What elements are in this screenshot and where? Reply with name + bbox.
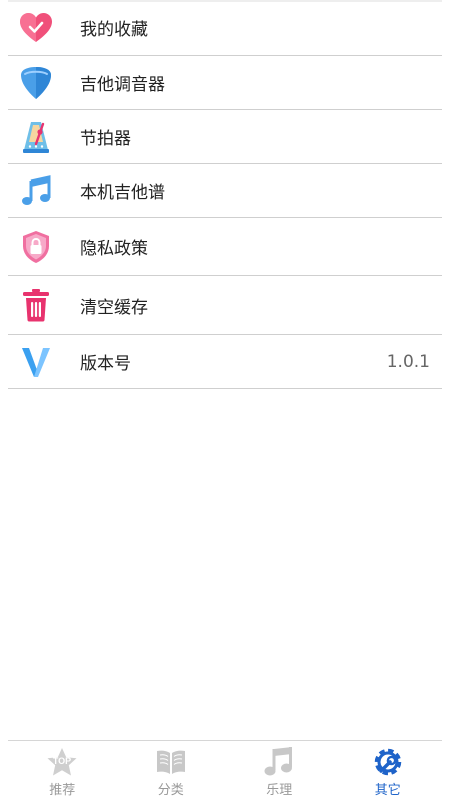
lock-shield-icon — [10, 230, 62, 264]
tab-label: 分类 — [157, 783, 184, 798]
tab-recommend[interactable]: TOP 推荐 — [8, 741, 117, 800]
bottom-tab-bar: TOP 推荐 分类 乐理 其它 — [8, 740, 442, 800]
menu-item-label: 清空缓存 — [80, 297, 148, 318]
menu-item-metronome[interactable]: 节拍器 — [8, 110, 442, 164]
top-badge-text: TOP — [53, 756, 71, 766]
version-v-icon — [10, 346, 62, 378]
top-star-icon: TOP — [47, 748, 77, 776]
menu-item-favorites[interactable]: 我的收藏 — [8, 0, 442, 56]
gear-wrench-icon — [374, 748, 401, 776]
menu-item-label: 版本号 — [80, 354, 131, 374]
heart-check-icon — [10, 12, 62, 44]
menu-item-label: 我的收藏 — [80, 20, 148, 40]
menu-item-local-tabs[interactable]: 本机吉他谱 — [8, 164, 442, 218]
tab-label: 其它 — [374, 783, 401, 798]
music-note-icon — [264, 747, 293, 776]
menu-item-version[interactable]: 版本号 1.0.1 — [8, 335, 442, 389]
menu-item-clear-cache[interactable]: 清空缓存 — [8, 276, 442, 335]
trash-icon — [10, 288, 62, 322]
settings-screen: 我的收藏 吉他调音器 节拍器 本机吉他谱 隐私政策 清空缓存 版本号 1.0.1… — [0, 0, 450, 800]
settings-menu: 我的收藏 吉他调音器 节拍器 本机吉他谱 隐私政策 清空缓存 版本号 1.0.1 — [8, 0, 442, 389]
metronome-icon — [10, 120, 62, 154]
menu-item-label: 吉他调音器 — [80, 75, 165, 95]
tab-music-theory[interactable]: 乐理 — [225, 741, 334, 800]
menu-item-privacy-policy[interactable]: 隐私政策 — [8, 218, 442, 276]
guitar-pick-icon — [10, 66, 62, 100]
open-book-icon — [156, 750, 185, 774]
tab-category[interactable]: 分类 — [117, 741, 226, 800]
version-number: 1.0.1 — [386, 351, 430, 372]
menu-item-label: 本机吉他谱 — [80, 183, 165, 203]
tab-label: 推荐 — [49, 783, 76, 798]
music-note-icon — [10, 174, 62, 207]
tab-label: 乐理 — [266, 783, 293, 798]
menu-item-label: 隐私政策 — [80, 239, 148, 259]
menu-item-label: 节拍器 — [80, 129, 131, 149]
menu-item-tuner[interactable]: 吉他调音器 — [8, 56, 442, 110]
tab-others[interactable]: 其它 — [334, 741, 443, 800]
